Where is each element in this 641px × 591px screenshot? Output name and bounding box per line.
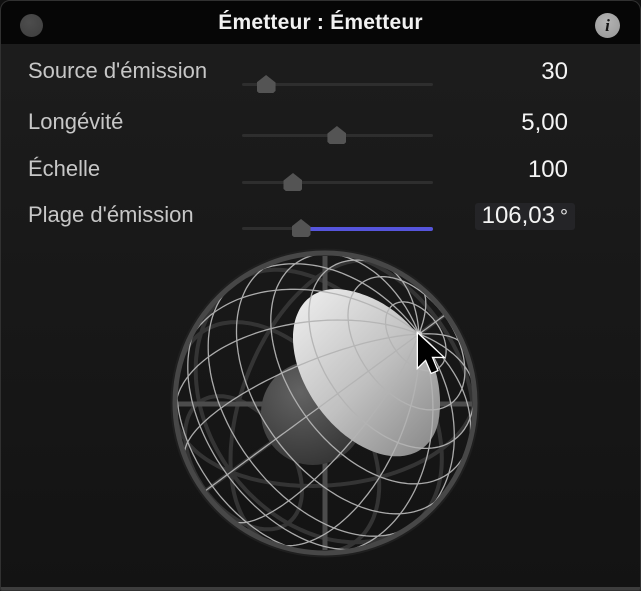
window-title: Émetteur : Émetteur xyxy=(218,11,423,34)
window-bottom-edge xyxy=(1,587,640,590)
slider-label: Échelle xyxy=(28,156,101,181)
emitter-hud-panel: Émetteur : Émetteur i Source d'émission … xyxy=(0,0,641,591)
slider-label: Source d'émission xyxy=(28,58,208,83)
close-button[interactable] xyxy=(20,14,43,37)
slider-fill xyxy=(309,226,433,231)
info-icon[interactable]: i xyxy=(595,13,620,38)
slider-thumb[interactable] xyxy=(327,126,347,144)
slider-row-emission-range: Plage d'émission 106,03 ° xyxy=(1,194,640,238)
slider-thumb[interactable] xyxy=(256,75,276,93)
slider-thumb[interactable] xyxy=(283,173,303,191)
slider-row-scale: Échelle 100 xyxy=(1,148,640,192)
slider-value[interactable]: 100 xyxy=(528,157,568,183)
slider-track[interactable] xyxy=(242,181,433,184)
slider-row-emission-source: Source d'émission 30 xyxy=(1,50,640,94)
slider-label: Plage d'émission xyxy=(28,202,194,227)
slider-value[interactable]: 106,03 ° xyxy=(474,203,575,230)
slider-value[interactable]: 30 xyxy=(541,59,568,85)
titlebar: Émetteur : Émetteur i xyxy=(1,1,640,44)
slider-label: Longévité xyxy=(28,109,124,134)
degree-unit: ° xyxy=(560,206,568,228)
slider-value[interactable]: 5,00 xyxy=(521,110,568,136)
slider-row-longevity: Longévité 5,00 xyxy=(1,101,640,145)
slider-thumb[interactable] xyxy=(291,219,311,237)
